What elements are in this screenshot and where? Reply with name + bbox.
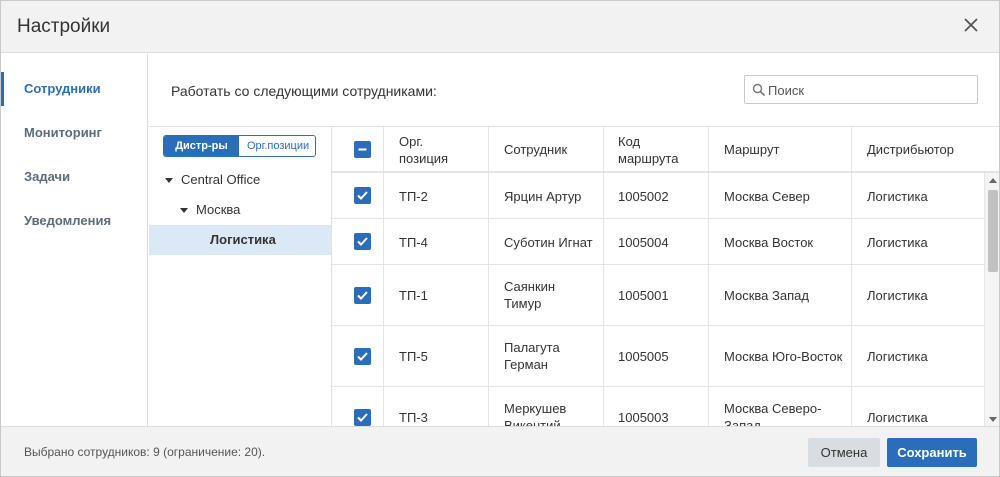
cell-route-code: 1005002 bbox=[618, 189, 669, 204]
caret-down-icon bbox=[165, 178, 173, 184]
toggle-distributors[interactable]: Дистр-ры bbox=[164, 136, 239, 156]
row-checkbox[interactable] bbox=[354, 287, 371, 304]
cell-position: ТП-2 bbox=[399, 189, 428, 204]
cell-position: ТП-3 bbox=[399, 410, 428, 425]
cell-route-code: 1005005 bbox=[618, 349, 669, 364]
scroll-up-arrow-icon[interactable] bbox=[989, 178, 997, 183]
cell-distributor: Логистика bbox=[867, 189, 928, 204]
row-checkbox[interactable] bbox=[354, 233, 371, 250]
grid-header-row: Орг. позиция Сотрудник Код маршрута Марш… bbox=[332, 127, 999, 173]
cell-position: ТП-1 bbox=[399, 288, 428, 303]
tree-node-logistics[interactable]: Логистика bbox=[149, 225, 331, 255]
dialog-title: Настройки bbox=[17, 16, 111, 37]
table-row[interactable]: ТП-1 Саянкин Тимур 1005001 Москва Запад … bbox=[332, 265, 984, 326]
cell-route: Москва Северо-Запад bbox=[724, 401, 822, 426]
table-row[interactable]: ТП-2 Ярцин Артур 1005002 Москва Север Ло… bbox=[332, 173, 984, 219]
table-row[interactable]: ТП-3 Меркушев Викентий 1005003 Москва Се… bbox=[332, 387, 984, 426]
cell-employee: Суботин Игнат bbox=[504, 235, 593, 250]
search-icon bbox=[752, 83, 766, 97]
cell-route: Москва Юго-Восток bbox=[724, 349, 843, 364]
tree-node-label: Central Office bbox=[181, 172, 261, 187]
toggle-org-positions[interactable]: Орг.позиции bbox=[239, 136, 315, 156]
cell-employee: Палагута Герман bbox=[504, 340, 560, 372]
sidebar-item-notifications[interactable]: Уведомления bbox=[1, 204, 147, 238]
save-button[interactable]: Сохранить bbox=[887, 438, 977, 467]
search-input[interactable] bbox=[768, 80, 968, 100]
scrollbar-thumb[interactable] bbox=[988, 190, 998, 272]
sidebar-item-tasks[interactable]: Задачи bbox=[1, 160, 147, 194]
row-checkbox[interactable] bbox=[354, 409, 371, 426]
caret-down-icon bbox=[180, 208, 188, 214]
employees-grid: Орг. позиция Сотрудник Код маршрута Марш… bbox=[331, 126, 999, 426]
cell-route-code: 1005003 bbox=[618, 410, 669, 425]
column-header-employee[interactable]: Сотрудник bbox=[504, 141, 567, 158]
dialog-header: Настройки bbox=[1, 1, 999, 53]
cell-distributor: Логистика bbox=[867, 410, 928, 425]
column-header-route[interactable]: Маршрут bbox=[724, 141, 779, 158]
cell-route: Москва Запад bbox=[724, 288, 809, 303]
cell-route-code: 1005004 bbox=[618, 235, 669, 250]
cell-route: Москва Восток bbox=[724, 235, 814, 250]
row-checkbox[interactable] bbox=[354, 187, 371, 204]
cell-distributor: Логистика bbox=[867, 349, 928, 364]
tree-node-moscow[interactable]: Москва bbox=[180, 195, 240, 225]
dialog-footer: Выбрано сотрудников: 9 (ограничение: 20)… bbox=[1, 426, 999, 476]
sidebar-item-employees[interactable]: Сотрудники bbox=[1, 72, 147, 106]
tree-node-label: Москва bbox=[196, 202, 241, 217]
close-icon[interactable] bbox=[961, 15, 981, 35]
table-row[interactable]: ТП-5 Палагута Герман 1005005 Москва Юго-… bbox=[332, 326, 984, 387]
cancel-button[interactable]: Отмена bbox=[808, 438, 880, 467]
settings-dialog: Настройки Сотрудники Мониторинг Задачи У… bbox=[0, 0, 1000, 477]
cell-distributor: Логистика bbox=[867, 288, 928, 303]
cell-position: ТП-4 bbox=[399, 235, 428, 250]
settings-sidebar: Сотрудники Мониторинг Задачи Уведомления bbox=[1, 54, 148, 426]
cell-employee: Меркушев Викентий bbox=[504, 401, 567, 426]
structure-tree: Дистр-ры Орг.позиции Central Office Моск… bbox=[149, 126, 331, 426]
row-checkbox[interactable] bbox=[354, 348, 371, 365]
employees-panel: Работать со следующими сотрудниками: Дис… bbox=[149, 54, 999, 426]
tree-node-central-office[interactable]: Central Office bbox=[165, 165, 260, 195]
search-box[interactable] bbox=[744, 75, 978, 104]
cell-employee: Ярцин Артур bbox=[504, 189, 582, 204]
panel-prompt: Работать со следующими сотрудниками: bbox=[171, 83, 437, 99]
cell-route: Москва Север bbox=[724, 189, 810, 204]
tree-view-toggle: Дистр-ры Орг.позиции bbox=[163, 135, 316, 157]
scroll-down-arrow-icon[interactable] bbox=[989, 417, 997, 422]
cell-employee: Саянкин Тимур bbox=[504, 279, 556, 311]
column-header-route-code[interactable]: Код маршрута bbox=[618, 133, 688, 167]
sidebar-item-monitoring[interactable]: Мониторинг bbox=[1, 116, 147, 150]
cell-position: ТП-5 bbox=[399, 349, 428, 364]
cell-distributor: Логистика bbox=[867, 235, 928, 250]
grid-scrollbar[interactable] bbox=[984, 173, 999, 426]
selection-status: Выбрано сотрудников: 9 (ограничение: 20)… bbox=[24, 445, 266, 459]
column-header-distributor[interactable]: Дистрибьютор bbox=[867, 141, 954, 158]
cell-route-code: 1005001 bbox=[618, 288, 669, 303]
tree-node-label: Логистика bbox=[210, 232, 276, 247]
select-all-checkbox[interactable] bbox=[354, 141, 371, 158]
table-row[interactable]: ТП-4 Суботин Игнат 1005004 Москва Восток… bbox=[332, 219, 984, 265]
column-header-position[interactable]: Орг. позиция bbox=[399, 133, 469, 167]
